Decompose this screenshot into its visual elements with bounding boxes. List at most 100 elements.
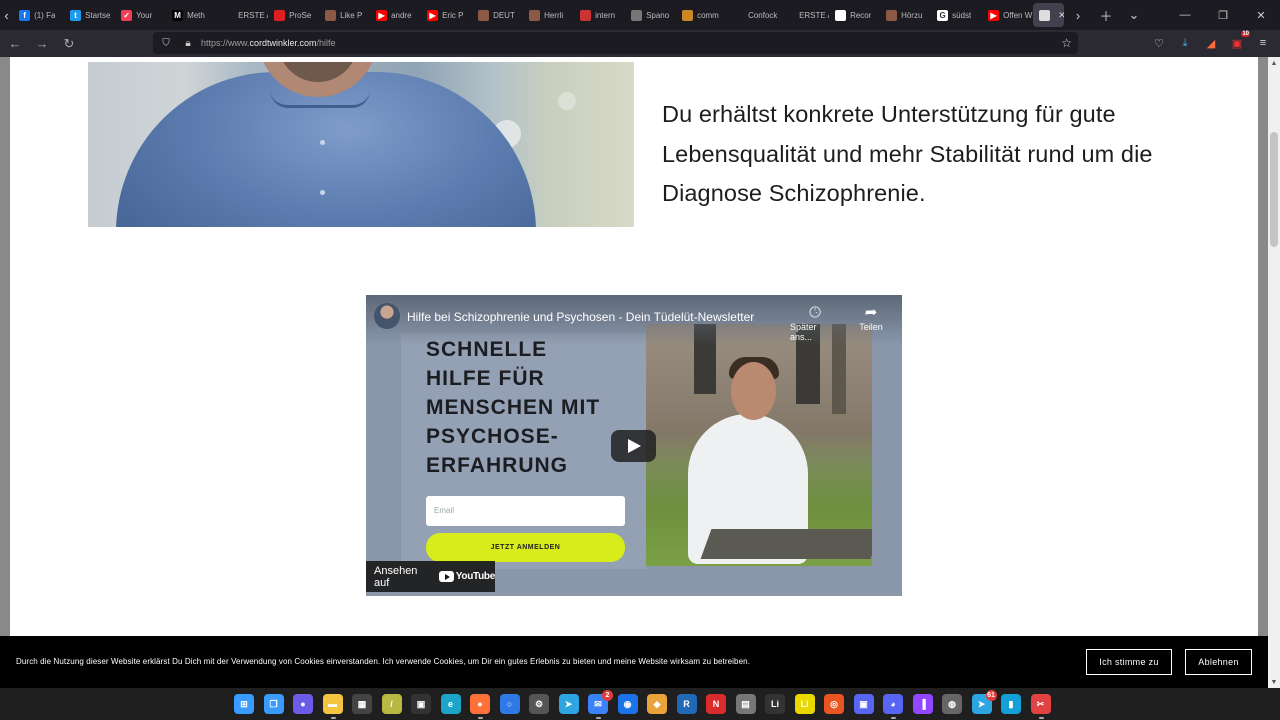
image-icon xyxy=(529,9,541,21)
tab[interactable]: Spano xyxy=(625,3,676,27)
tab[interactable]: Herrli xyxy=(523,3,574,27)
tab[interactable]: Confock xyxy=(727,3,778,27)
task-view-icon[interactable]: ❐ xyxy=(263,694,284,714)
tab[interactable]: f (1) Fa xyxy=(13,3,64,27)
tab[interactable]: Like P xyxy=(319,3,370,27)
r-studio-icon[interactable]: R xyxy=(676,694,697,714)
extension-badge-icon[interactable]: ▣ 10 xyxy=(1226,31,1250,53)
tab-label: andre xyxy=(391,10,412,20)
tab-label: Hörzu xyxy=(901,10,923,20)
page-icon xyxy=(1039,9,1051,21)
store-icon[interactable]: ▦ xyxy=(352,694,372,714)
chat-icon[interactable]: ○ xyxy=(499,694,520,714)
tab[interactable]: DEUT xyxy=(472,3,523,27)
accept-cookies-button[interactable]: Ich stimme zu xyxy=(1086,649,1172,675)
video-title[interactable]: Hilfe bei Schizophrenie und Psychosen - … xyxy=(407,310,754,324)
shield-icon[interactable]: ⛉ xyxy=(157,38,175,49)
tab[interactable]: ERSTE A xyxy=(217,3,268,27)
teams-chat-icon[interactable]: ● xyxy=(293,694,313,714)
settings-icon[interactable]: ⚙ xyxy=(529,694,549,714)
tab[interactable]: Hörzu xyxy=(880,3,931,27)
news-app-icon[interactable]: N xyxy=(706,694,726,714)
telegram-icon[interactable]: ➤ xyxy=(558,694,579,714)
watch-later-label: Später ans... xyxy=(790,322,817,342)
discord-icon[interactable]: ◕ xyxy=(883,694,903,714)
edge-icon[interactable]: e xyxy=(440,694,461,714)
url-text[interactable]: https://www.cordtwinkler.com/hilfe xyxy=(201,38,336,48)
back-icon[interactable]: ← xyxy=(3,32,27,56)
tab[interactable]: ▶ andre xyxy=(370,3,421,27)
tab-label: comm xyxy=(697,10,719,20)
scanner-icon[interactable]: ▤ xyxy=(735,694,756,714)
tab[interactable]: Recor xyxy=(829,3,880,27)
reload-icon[interactable]: ↻ xyxy=(57,32,81,56)
tab[interactable]: ✓ Your xyxy=(115,3,166,27)
tab[interactable]: t Startse xyxy=(64,3,115,27)
pocket-icon[interactable]: ♡ xyxy=(1148,33,1170,53)
play-button[interactable] xyxy=(611,430,656,462)
new-tab-icon[interactable]: ＋ xyxy=(1092,0,1120,30)
tab-label: Herrli xyxy=(544,10,564,20)
tab-scroll-left-icon[interactable]: ‹ xyxy=(0,0,13,30)
ubuntu-icon[interactable]: ◎ xyxy=(824,694,844,714)
sourcetree-icon[interactable]: ◆ xyxy=(647,694,667,714)
live-yellow-icon[interactable]: Li xyxy=(794,694,815,714)
messenger-icon[interactable]: ✉ 2 xyxy=(588,690,613,714)
watch-on-youtube-button[interactable]: Ansehen auf YouTube xyxy=(366,561,495,592)
minimize-icon[interactable]: — xyxy=(1166,0,1204,30)
tab-scroll-right-icon[interactable]: › xyxy=(1064,0,1092,30)
twitch-icon[interactable]: ▐ xyxy=(912,694,933,714)
youtube-embed[interactable]: Hilfe bei Schizophrenie und Psychosen - … xyxy=(366,295,902,596)
channel-avatar[interactable] xyxy=(374,303,400,329)
share-button[interactable]: ➦ Teilen xyxy=(846,304,896,332)
tab[interactable]: ProSe xyxy=(268,3,319,27)
tab-label: Startse xyxy=(85,10,111,20)
url-bar[interactable]: ⛉ 🔒︎ https://www.cordtwinkler.com/hilfe … xyxy=(153,32,1078,54)
tab-label: Meth xyxy=(187,10,205,20)
forward-icon[interactable]: → xyxy=(30,32,54,56)
tab[interactable]: intern xyxy=(574,3,625,27)
menu-icon[interactable]: ≡ xyxy=(1252,33,1274,53)
tab[interactable]: ▶Offen WIEDE xyxy=(982,3,1033,27)
scroll-down-icon[interactable]: ▼ xyxy=(1268,676,1280,688)
sphere-icon[interactable]: ◍ xyxy=(942,694,962,714)
cookie-text: Durch die Nutzung dieser Website erklärs… xyxy=(16,657,751,666)
downloads-icon[interactable]: ⤓ xyxy=(1174,33,1196,53)
tab[interactable]: M Meth xyxy=(166,3,217,27)
start-icon[interactable]: ⊞ xyxy=(234,694,254,714)
scroll-up-icon[interactable]: ▲ xyxy=(1268,57,1280,69)
save-app-icon[interactable]: ▣ xyxy=(853,694,874,714)
restore-icon[interactable]: ❐ xyxy=(1204,0,1242,30)
lock-icon[interactable]: 🔒︎ xyxy=(179,38,197,49)
tab[interactable]: ERSTE A xyxy=(778,3,829,27)
live-app-icon[interactable]: Li xyxy=(765,694,785,714)
scrollbar-thumb[interactable] xyxy=(1270,132,1278,247)
watch-later-button[interactable]: 🕓︎ Später ans... xyxy=(790,304,840,342)
blank-icon xyxy=(223,9,235,21)
extension-badge-count: 10 xyxy=(1241,31,1250,37)
close-window-icon[interactable]: ✕ xyxy=(1242,0,1280,30)
tab-label: Like P xyxy=(340,10,363,20)
search-app-icon[interactable]: ◉ xyxy=(617,694,638,714)
notification-badge: 2 xyxy=(602,690,613,701)
notes-icon[interactable]: ▮ xyxy=(1001,694,1021,714)
share-icon: ➦ xyxy=(864,304,878,321)
file-explorer-icon[interactable]: ▬ xyxy=(322,694,343,714)
tab[interactable]: Gsüdst xyxy=(931,3,982,27)
list-tabs-icon[interactable]: ⌄ xyxy=(1120,0,1148,30)
vertical-scrollbar[interactable]: ▲ ▼ xyxy=(1268,57,1280,688)
image-icon xyxy=(325,9,337,21)
notepad-icon[interactable]: / xyxy=(381,694,402,714)
tab[interactable]: comm xyxy=(676,3,727,27)
tab[interactable]: ▶ Eric P xyxy=(421,3,472,27)
image-icon xyxy=(478,9,490,21)
decline-cookies-button[interactable]: Ablehnen xyxy=(1185,649,1252,675)
telegram-2-icon[interactable]: ➤ 61 xyxy=(971,690,997,714)
tab-active[interactable]: Be ✕ xyxy=(1033,3,1064,27)
extension-icon[interactable]: ◢ xyxy=(1200,33,1222,53)
cookie-banner: Durch die Nutzung dieser Website erklärs… xyxy=(0,636,1268,688)
snip-tool-icon[interactable]: ✂ xyxy=(1030,694,1051,714)
bookmark-star-icon[interactable]: ☆ xyxy=(1061,36,1072,50)
calculator-icon[interactable]: ▣ xyxy=(411,694,431,714)
firefox-icon[interactable]: ● xyxy=(470,694,490,714)
